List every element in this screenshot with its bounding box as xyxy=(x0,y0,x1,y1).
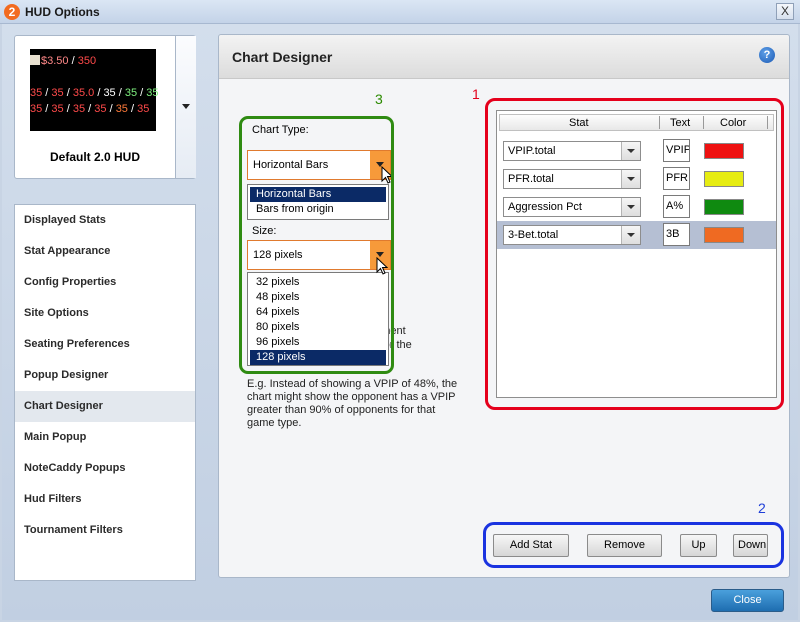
preview-stat: 35 xyxy=(30,103,43,115)
callout-label-2: 2 xyxy=(758,500,766,516)
chevron-down-icon xyxy=(182,104,190,109)
hud-preview-name: Default 2.0 HUD xyxy=(49,150,141,164)
stat-grid: Stat Text Color VPIP.total VPIP PFR.tota… xyxy=(496,110,777,398)
remove-stat-button[interactable]: Remove xyxy=(587,534,662,557)
sidebar-item-site-options[interactable]: Site Options xyxy=(15,298,195,329)
callout-label-3: 3 xyxy=(375,91,383,107)
column-header-text: Text xyxy=(670,117,691,129)
add-stat-button[interactable]: Add Stat xyxy=(493,534,569,557)
table-row[interactable]: 3-Bet.total 3B xyxy=(497,221,776,249)
preview-sep: / xyxy=(85,103,95,115)
page-title: Chart Designer xyxy=(232,49,333,65)
sidebar-item-config-properties[interactable]: Config Properties xyxy=(15,267,195,298)
help-icon[interactable]: ? xyxy=(759,47,775,63)
chart-options-highlight xyxy=(239,116,394,374)
stat-text-field[interactable]: A% xyxy=(663,195,690,218)
preview-row-2: 35 / 35 / 35.0 / 35 / 35 / 35 xyxy=(30,87,159,99)
preview-bb: 350 xyxy=(77,55,97,67)
preview-sep: / xyxy=(137,87,147,99)
chevron-down-icon xyxy=(627,149,635,153)
sidebar-item-chart-designer[interactable]: Chart Designer xyxy=(15,391,195,422)
window-close-button[interactable]: X xyxy=(776,3,794,20)
column-header-color: Color xyxy=(720,117,747,129)
preview-stat: 35 xyxy=(115,103,128,115)
preview-row-3: 35 / 35 / 35 / 35 / 35 / 35 xyxy=(30,103,149,115)
stat-grid-header: Stat Text Color xyxy=(499,114,774,131)
preview-sep: / xyxy=(63,87,73,99)
sidebar-item-displayed-stats[interactable]: Displayed Stats xyxy=(15,205,195,236)
stat-text-field[interactable]: VPIP xyxy=(663,139,690,162)
table-row[interactable]: VPIP.total VPIP xyxy=(497,137,776,165)
stat-color-swatch[interactable] xyxy=(704,227,744,243)
preview-stat: 35 xyxy=(103,87,116,99)
window-title: HUD Options xyxy=(25,5,100,19)
stat-select-value: PFR.total xyxy=(508,173,554,185)
preview-stat: 35 xyxy=(72,103,86,115)
close-button[interactable]: Close xyxy=(711,589,784,612)
sidebar-item-hud-filters[interactable]: Hud Filters xyxy=(15,484,195,515)
table-row[interactable]: PFR.total PFR xyxy=(497,165,776,193)
preview-stack: $3.50 xyxy=(41,55,69,67)
preview-stat: 35 xyxy=(51,103,64,115)
preview-stat: 35 xyxy=(51,87,64,99)
table-row[interactable]: Aggression Pct A% xyxy=(497,193,776,221)
preview-stat: 35 xyxy=(146,87,159,99)
chip-icon xyxy=(30,55,40,65)
stat-text-field[interactable]: 3B xyxy=(663,223,690,246)
preview-stat: 35 xyxy=(124,87,138,99)
column-divider xyxy=(767,116,768,129)
chevron-down-icon xyxy=(627,233,635,237)
sidebar-item-tournament-filters[interactable]: Tournament Filters xyxy=(15,515,195,546)
stat-select-value: VPIP.total xyxy=(508,145,556,157)
stat-color-swatch[interactable] xyxy=(704,171,744,187)
sidebar-nav: Displayed Stats Stat Appearance Config P… xyxy=(14,204,196,581)
stat-select-button[interactable] xyxy=(621,226,640,244)
preview-row-1: $3.50 / 350 xyxy=(30,55,96,67)
stat-select-button[interactable] xyxy=(621,170,640,188)
stat-select[interactable]: Aggression Pct xyxy=(503,197,641,217)
chart-description: E.g. Instead of showing a VPIP of 48%, t… xyxy=(247,378,458,429)
hud-preview-selector[interactable]: $3.50 / 350 35 / 35 / 35.0 / 35 / 35 / 3… xyxy=(14,35,196,179)
column-header-stat: Stat xyxy=(569,117,589,129)
window-titlebar: 2 HUD Options X xyxy=(0,0,800,24)
column-divider xyxy=(659,116,660,129)
preview-stat: 35.0 xyxy=(72,87,95,99)
hud-preview-dropdown-button[interactable] xyxy=(175,36,196,178)
sidebar-item-main-popup[interactable]: Main Popup xyxy=(15,422,195,453)
stat-select[interactable]: PFR.total xyxy=(503,169,641,189)
preview-sep: / xyxy=(115,87,125,99)
move-up-button[interactable]: Up xyxy=(680,534,717,557)
sidebar-item-notecaddy-popups[interactable]: NoteCaddy Popups xyxy=(15,453,195,484)
stat-select-button[interactable] xyxy=(621,142,640,160)
stat-color-swatch[interactable] xyxy=(704,143,744,159)
stat-color-swatch[interactable] xyxy=(704,199,744,215)
stat-select-button[interactable] xyxy=(621,198,640,216)
hud-preview-image: $3.50 / 350 35 / 35 / 35.0 / 35 / 35 / 3… xyxy=(30,49,159,131)
chevron-down-icon xyxy=(627,177,635,181)
stat-select[interactable]: VPIP.total xyxy=(503,141,641,161)
preview-stat: 35 xyxy=(137,103,150,115)
preview-sep: / xyxy=(68,55,78,67)
sidebar-item-stat-appearance[interactable]: Stat Appearance xyxy=(15,236,195,267)
stat-text-field[interactable]: PFR xyxy=(663,167,690,190)
preview-sep: / xyxy=(106,103,116,115)
column-divider xyxy=(703,116,704,129)
preview-sep: / xyxy=(127,103,138,115)
panel-header: Chart Designer ? xyxy=(219,35,789,79)
callout-label-1: 1 xyxy=(472,86,480,102)
preview-stat: 35 xyxy=(94,103,107,115)
move-down-button[interactable]: Down xyxy=(733,534,768,557)
preview-sep: / xyxy=(63,103,73,115)
preview-stat: 35 xyxy=(30,87,43,99)
chevron-down-icon xyxy=(627,205,635,209)
sidebar-item-popup-designer[interactable]: Popup Designer xyxy=(15,360,195,391)
sidebar-item-seating-preferences[interactable]: Seating Preferences xyxy=(15,329,195,360)
stat-select-value: 3-Bet.total xyxy=(508,229,559,241)
stat-select[interactable]: 3-Bet.total xyxy=(503,225,641,245)
stat-select-value: Aggression Pct xyxy=(508,201,582,213)
app-logo-icon: 2 xyxy=(4,4,20,20)
